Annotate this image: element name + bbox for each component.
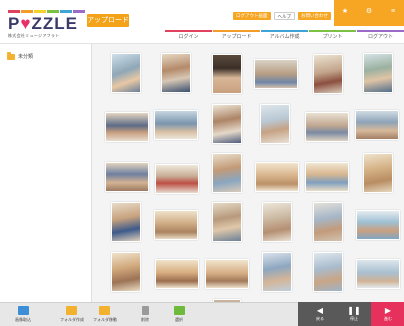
tab-login[interactable]: ログイン xyxy=(165,33,212,40)
prev-icon: ◀ xyxy=(316,306,324,315)
photo-thumbnail[interactable] xyxy=(212,54,242,94)
photo-thumbnail[interactable] xyxy=(356,210,400,240)
move-folder-button[interactable]: フォルダ移動 xyxy=(93,306,117,323)
photo-thumbnail[interactable] xyxy=(105,162,149,192)
photo-thumbnail[interactable] xyxy=(254,59,298,89)
tab-line-album xyxy=(261,30,308,32)
top-link-logout-screen[interactable]: ログアウト画面 xyxy=(233,12,271,20)
gear-icon[interactable]: ⚙ xyxy=(364,8,374,16)
tab-line-logout xyxy=(357,30,404,32)
upload-button[interactable]: アップロード xyxy=(87,14,129,27)
create-folder-button[interactable]: フォルダ作成 xyxy=(60,306,84,323)
photo-thumbnail[interactable] xyxy=(356,259,400,289)
next-icon: ▶ xyxy=(384,306,392,315)
header-action-box: ★ ⚙ ≡ xyxy=(334,0,404,26)
photo-thumbnail[interactable] xyxy=(212,153,242,193)
top-links: ログアウト画面 ヘルプ お問い合わせ xyxy=(233,12,331,20)
photo-thumbnail[interactable] xyxy=(205,259,249,289)
select-button[interactable]: 選択 xyxy=(168,306,190,323)
trash-icon xyxy=(141,306,149,315)
photo-thumbnail[interactable] xyxy=(262,252,292,292)
pause-icon: ❚❚ xyxy=(347,306,361,315)
logo[interactable]: P♥ZZLE 株式会社ミュージアフラト xyxy=(8,10,85,39)
slideshow-controls: ◀ 戻る ❚❚ 停止 xyxy=(298,302,371,326)
step-tabs: ログイン アップロード アルバム作成 プリント ログアウト xyxy=(165,30,404,44)
import-images-button[interactable]: 画像取込 xyxy=(12,306,34,323)
heart-icon: ♥ xyxy=(20,14,32,33)
photo-thumbnail[interactable] xyxy=(111,202,141,242)
photo-thumbnail[interactable] xyxy=(212,104,242,144)
tab-print[interactable]: プリント xyxy=(309,33,356,40)
photo-thumbnail[interactable] xyxy=(355,110,399,140)
photo-thumbnail[interactable] xyxy=(111,53,141,93)
photo-thumbnail[interactable] xyxy=(155,164,199,194)
prev-button[interactable]: ◀ 戻る xyxy=(312,306,328,322)
tab-upload[interactable]: アップロード xyxy=(213,33,260,40)
photo-thumbnail[interactable] xyxy=(111,252,141,292)
pause-button[interactable]: ❚❚ 停止 xyxy=(346,306,362,322)
photo-thumbnail[interactable] xyxy=(363,53,393,93)
photo-thumbnail[interactable] xyxy=(313,252,343,292)
select-icon xyxy=(173,306,185,315)
tool-label: 選択 xyxy=(175,317,183,322)
photo-thumbnail[interactable] xyxy=(260,104,290,144)
app-header: P♥ZZLE 株式会社ミュージアフラト アップロード ログアウト画面 ヘルプ お… xyxy=(0,0,404,44)
tool-label: 削除 xyxy=(141,317,149,322)
pause-label: 停止 xyxy=(350,316,358,321)
top-link-help[interactable]: ヘルプ xyxy=(273,12,295,20)
photo-thumbnail[interactable] xyxy=(161,53,191,93)
photo-thumbnail[interactable] xyxy=(155,259,199,289)
folder-move-icon xyxy=(98,306,110,315)
photo-thumbnail[interactable] xyxy=(305,112,349,142)
tab-line-upload xyxy=(213,30,260,32)
logo-text: P♥ZZLE xyxy=(8,14,78,33)
photo-thumbnail[interactable] xyxy=(262,202,292,242)
logo-color-stripes xyxy=(8,10,85,13)
folder-icon xyxy=(7,52,15,60)
next-label: 進む xyxy=(384,316,392,321)
photo-thumbnail[interactable] xyxy=(313,54,343,94)
tool-label: フォルダ作成 xyxy=(60,317,84,322)
tool-label: 画像取込 xyxy=(15,317,31,322)
delete-button[interactable]: 削除 xyxy=(134,306,156,323)
slideshow-play: ▶ 進む xyxy=(371,302,404,326)
tab-album[interactable]: アルバム作成 xyxy=(261,33,308,40)
photo-thumbnail[interactable] xyxy=(255,162,299,192)
logo-subtitle: 株式会社ミュージアフラト xyxy=(8,33,60,38)
photo-thumbnail[interactable] xyxy=(313,202,343,242)
folder-sidebar: 未分類 xyxy=(0,44,92,302)
tab-line-login xyxy=(165,30,212,32)
tab-line-print xyxy=(309,30,356,32)
folder-uncategorized[interactable]: 未分類 xyxy=(7,52,34,60)
photo-thumbnail[interactable] xyxy=(212,202,242,242)
next-button[interactable]: ▶ 進む xyxy=(380,306,396,322)
folder-add-icon xyxy=(65,306,77,315)
top-link-contact[interactable]: お問い合わせ xyxy=(298,12,331,20)
photo-thumbnail[interactable] xyxy=(363,153,393,193)
photo-thumbnail[interactable] xyxy=(105,112,149,142)
tool-label: フォルダ移動 xyxy=(93,317,117,322)
star-icon[interactable]: ★ xyxy=(340,8,350,16)
photo-thumbnail[interactable] xyxy=(154,210,198,240)
photo-thumbnail[interactable] xyxy=(154,110,198,140)
import-icon xyxy=(17,306,29,315)
photo-grid xyxy=(103,49,400,303)
menu-icon[interactable]: ≡ xyxy=(388,8,398,16)
photo-thumbnail[interactable] xyxy=(305,162,349,192)
tab-logout[interactable]: ログアウト xyxy=(357,33,404,40)
folder-label: 未分類 xyxy=(18,54,34,60)
prev-label: 戻る xyxy=(316,316,324,321)
